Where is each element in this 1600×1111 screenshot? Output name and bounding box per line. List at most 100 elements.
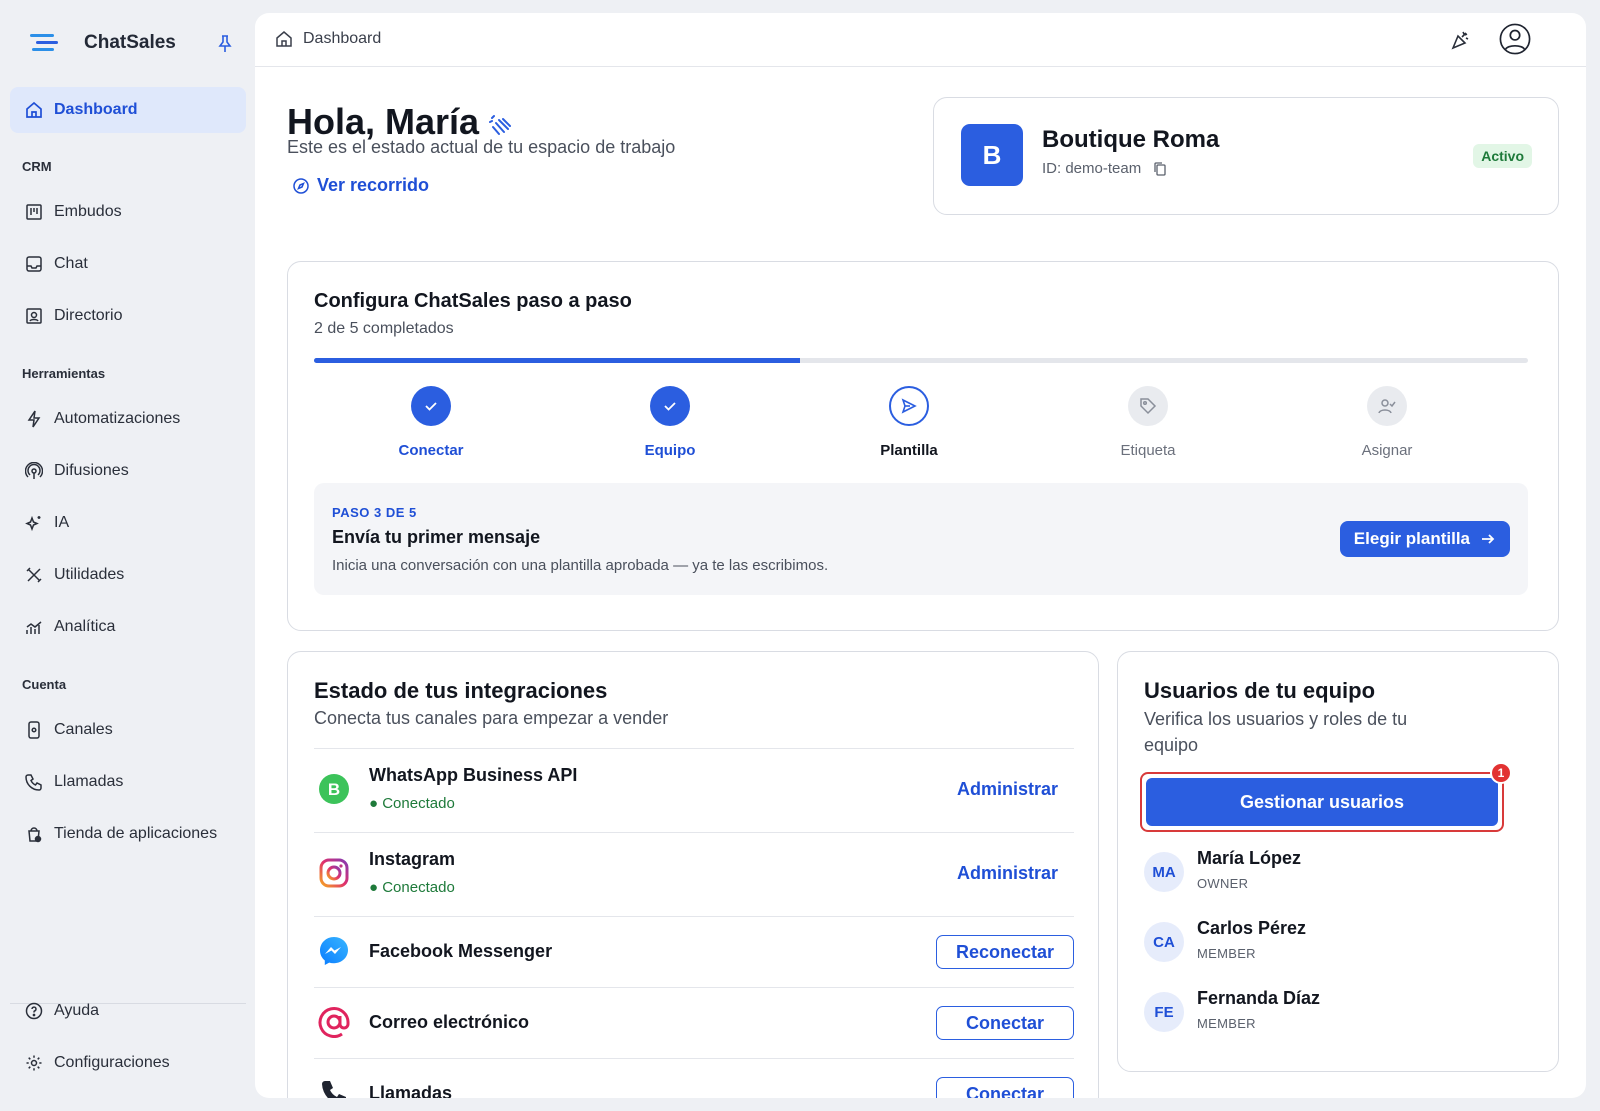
kanban-icon (24, 202, 44, 222)
connect-calls-button[interactable]: Conectar (936, 1077, 1074, 1098)
bolt-icon (24, 409, 44, 429)
member-role: MEMBER (1197, 1016, 1256, 1031)
team-member[interactable]: FE Fernanda Díaz MEMBER (1144, 988, 1524, 1038)
tour-link-label: Ver recorrido (317, 175, 430, 195)
setup-progress-text: 2 de 5 completados (314, 320, 454, 337)
check-icon (650, 386, 690, 426)
current-step-box: PASO 3 DE 5 Envía tu primer mensaje Inic… (314, 483, 1528, 595)
celebration-icon[interactable] (1445, 24, 1477, 56)
step-asignar[interactable]: Asignar (1307, 386, 1467, 459)
workspace-id-text: ID: demo-team (1042, 160, 1142, 177)
sidebar-item-dashboard[interactable]: Dashboard (10, 87, 246, 133)
greeting-subtitle: Este es el estado actual de tu espacio d… (287, 137, 676, 157)
sidebar-item-utilidades[interactable]: Utilidades (10, 552, 246, 598)
sidebar-item-automatizaciones[interactable]: Automatizaciones (10, 396, 246, 442)
team-member[interactable]: CA Carlos Pérez MEMBER (1144, 918, 1524, 968)
sidebar-item-label: Difusiones (54, 462, 129, 479)
sidebar-section-tools: Herramientas (22, 366, 106, 381)
step-conectar[interactable]: Conectar (351, 386, 511, 459)
step-kicker: PASO 3 DE 5 (332, 505, 417, 520)
integration-name: Correo electrónico (369, 1012, 530, 1032)
setup-title: Configura ChatSales paso a paso (314, 290, 632, 312)
setup-progress-bar (314, 358, 1528, 363)
setup-card: Configura ChatSales paso a paso 2 de 5 c… (287, 261, 1559, 631)
sidebar-item-label: Embudos (54, 203, 122, 220)
sidebar-item-configuraciones[interactable]: Configuraciones (10, 1040, 246, 1086)
step-plantilla[interactable]: Plantilla (829, 386, 989, 459)
help-icon (24, 1001, 44, 1021)
tour-link[interactable]: Ver recorrido (293, 175, 429, 196)
sidebar-item-directorio[interactable]: Directorio (10, 293, 246, 339)
sidebar-item-label: Chat (54, 255, 88, 272)
compass-icon (293, 177, 309, 194)
integration-status: ● Conectado (369, 795, 455, 812)
sidebar-item-label: Ayuda (54, 1002, 100, 1019)
chatsales-logo-icon (30, 28, 60, 58)
step-equipo[interactable]: Equipo (590, 386, 750, 459)
team-title: Usuarios de tu equipo (1144, 678, 1376, 703)
member-role: MEMBER (1197, 946, 1256, 961)
step-label: Equipo (644, 442, 696, 459)
sidebar-item-ia[interactable]: IA (10, 500, 246, 546)
manage-instagram-button[interactable]: Administrar (957, 863, 1058, 884)
manage-whatsapp-button[interactable]: Administrar (957, 779, 1058, 800)
analytics-icon (24, 617, 44, 637)
sidebar-item-tienda[interactable]: Tienda de aplicaciones (10, 811, 246, 857)
instagram-icon (318, 857, 350, 889)
integration-status: ● Conectado (369, 879, 455, 896)
choose-template-button[interactable]: Elegir plantilla (1339, 521, 1510, 557)
step-etiqueta[interactable]: Etiqueta (1068, 386, 1228, 459)
manage-users-button[interactable]: Gestionar usuarios (1146, 778, 1498, 826)
integrations-title: Estado de tus integraciones (314, 678, 608, 703)
sidebar-item-label: Automatizaciones (54, 410, 181, 427)
sidebar-item-label: Directorio (54, 307, 123, 324)
connect-email-button[interactable]: Conectar (936, 1006, 1074, 1040)
sidebar-item-label: IA (54, 514, 70, 531)
step-title: Envía tu primer mensaje (332, 527, 541, 547)
notification-badge: 1 (1490, 762, 1512, 784)
sidebar-item-chat[interactable]: Chat (10, 241, 246, 287)
sidebar-item-difusiones[interactable]: Difusiones (10, 448, 246, 494)
sidebar-item-embudos[interactable]: Embudos (10, 189, 246, 235)
sidebar-item-analitica[interactable]: Analítica (10, 604, 246, 650)
member-name: María López (1197, 848, 1302, 868)
topbar: Dashboard (255, 13, 1586, 67)
copy-icon[interactable] (1153, 161, 1167, 176)
whatsapp-business-icon: B (318, 773, 350, 805)
phone-icon (318, 1077, 350, 1098)
avatar: MA (1144, 852, 1184, 892)
phone-device-icon (24, 720, 44, 740)
broadcast-icon (24, 461, 44, 481)
waving-hand-icon (487, 108, 515, 136)
pin-icon[interactable] (216, 34, 234, 54)
phone-icon (24, 772, 44, 792)
team-subtitle: Verifica los usuarios y roles de tu equi… (1144, 709, 1408, 755)
gear-icon (24, 1053, 44, 1073)
team-member[interactable]: MA María López OWNER (1144, 848, 1524, 898)
sidebar-section-crm: CRM (22, 159, 52, 174)
integration-row-instagram: Instagram ● Conectado Administrar (314, 832, 1074, 916)
user-profile-icon[interactable] (1499, 23, 1531, 55)
sidebar-item-label: Configuraciones (54, 1054, 170, 1071)
workspace-id: ID: demo-team (1042, 160, 1167, 177)
integrations-card: Estado de tus integraciones Conecta tus … (287, 651, 1099, 1098)
breadcrumb[interactable]: Dashboard (275, 30, 381, 48)
messenger-icon (318, 935, 350, 967)
sidebar-item-label: Canales (54, 721, 113, 738)
brand[interactable]: ChatSales (30, 28, 176, 58)
sidebar-item-canales[interactable]: Canales (10, 707, 246, 753)
workspace-name: Boutique Roma (1042, 126, 1220, 153)
sidebar-item-llamadas[interactable]: Llamadas (10, 759, 246, 805)
workspace-avatar: B (961, 124, 1023, 186)
member-name: Carlos Pérez (1197, 918, 1307, 938)
integration-row-email: Correo electrónico Conectar (314, 987, 1074, 1058)
integration-name: Facebook Messenger (369, 941, 553, 961)
step-label: Etiqueta (1120, 442, 1176, 459)
sidebar-item-label: Analítica (54, 618, 116, 635)
reconnect-messenger-button[interactable]: Reconectar (936, 935, 1074, 969)
main-panel: Dashboard Hola, María Este es el estado … (255, 13, 1586, 1098)
step-label: Plantilla (880, 442, 938, 459)
svg-text:B: B (328, 780, 340, 799)
home-icon (24, 100, 44, 120)
sidebar-item-ayuda[interactable]: Ayuda (10, 988, 246, 1034)
